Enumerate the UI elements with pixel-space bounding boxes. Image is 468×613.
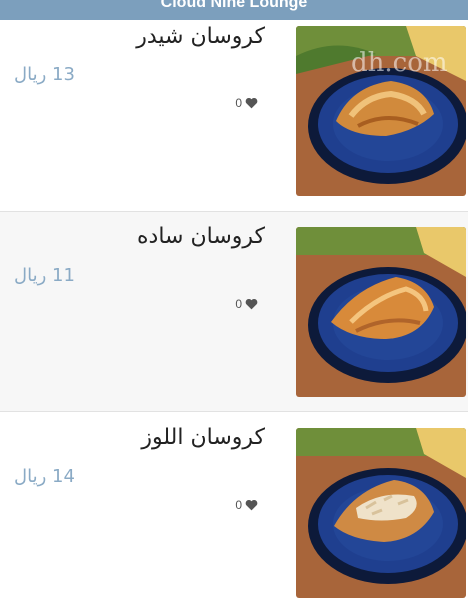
item-name: كروسان اللوز xyxy=(141,425,265,450)
product-image[interactable] xyxy=(296,227,466,397)
heart-icon[interactable] xyxy=(245,499,258,511)
menu-item[interactable]: كروسان ساده 11 ريال 0 xyxy=(0,212,468,412)
like-counter[interactable]: 0 xyxy=(235,297,258,311)
like-count: 0 xyxy=(235,498,242,512)
item-price: 14 ريال xyxy=(14,466,75,487)
like-count: 0 xyxy=(235,96,242,110)
like-count: 0 xyxy=(235,297,242,311)
product-image[interactable] xyxy=(296,428,466,598)
like-counter[interactable]: 0 xyxy=(235,96,258,110)
product-image[interactable]: dh.com xyxy=(296,26,466,196)
item-name: كروسان شيدر xyxy=(136,24,265,49)
header-title: Cloud Nine Lounge xyxy=(160,0,308,11)
heart-icon[interactable] xyxy=(245,298,258,310)
heart-icon[interactable] xyxy=(245,97,258,109)
watermark-text: dh.com xyxy=(351,48,448,78)
item-price: 11 ريال xyxy=(14,265,75,286)
item-name: كروسان ساده xyxy=(137,224,265,249)
item-price: 13 ريال xyxy=(14,64,75,85)
like-counter[interactable]: 0 xyxy=(235,498,258,512)
menu-item[interactable]: dh.com كروسان شيدر 13 ريال 0 xyxy=(0,12,468,212)
menu-item[interactable]: كروسان اللوز 14 ريال 0 xyxy=(0,413,468,613)
